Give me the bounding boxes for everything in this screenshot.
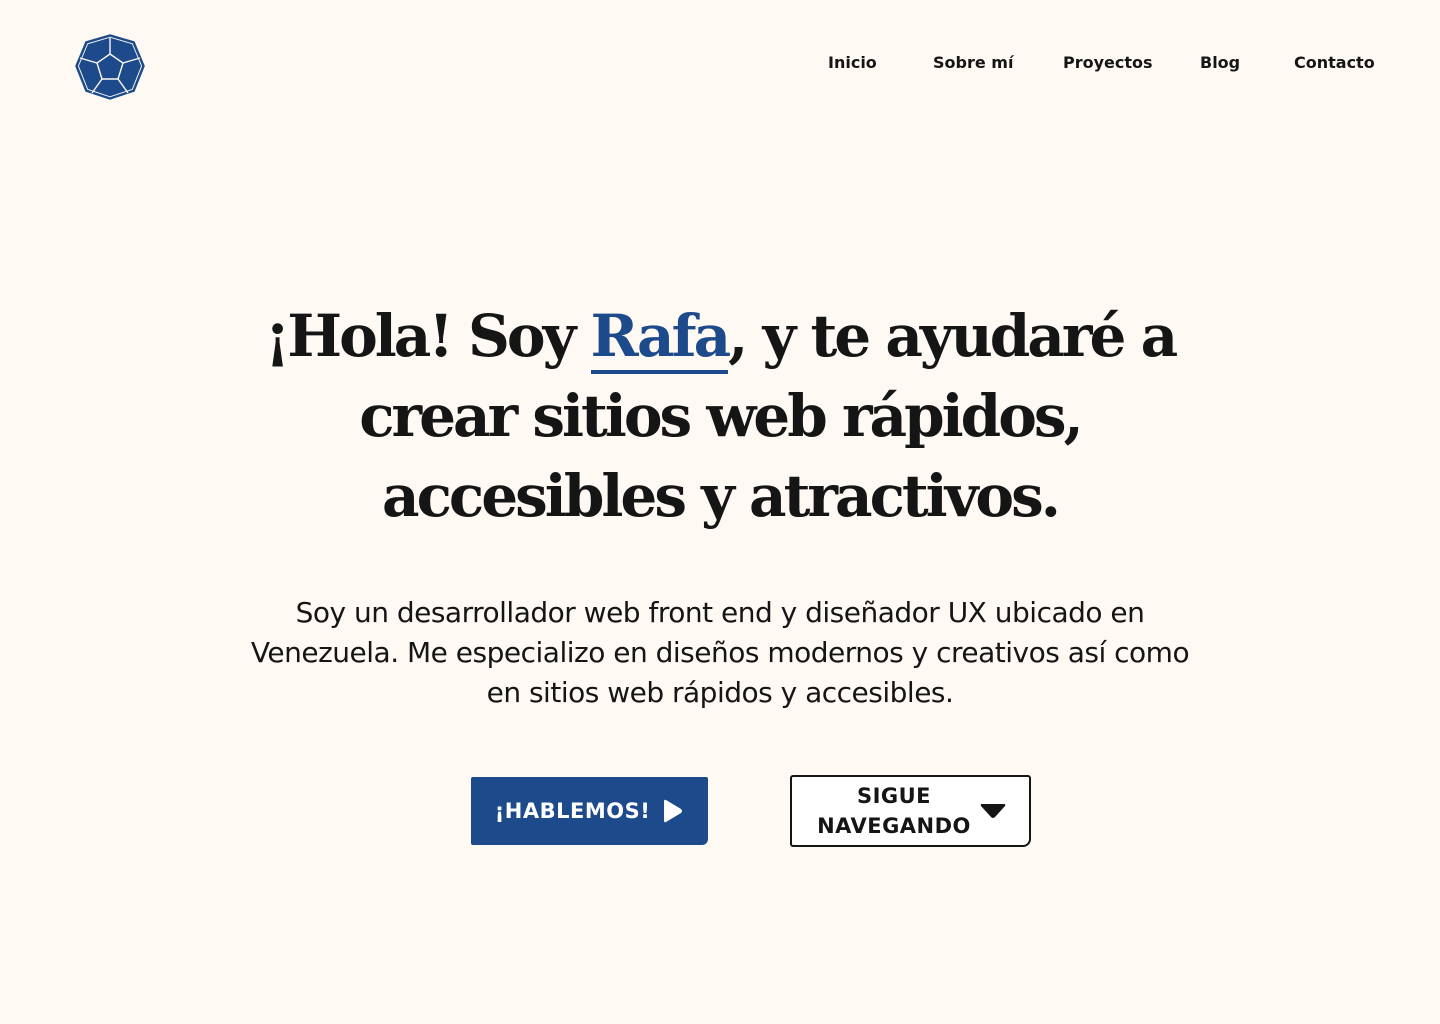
hero-description: Soy un desarrollador web front end y dis… — [250, 596, 1190, 709]
main-nav: Inicio Sobre mí Proyectos Blog Contacto — [0, 52, 1440, 76]
nav-item-proyectos[interactable]: Proyectos — [1063, 52, 1153, 74]
hero-title: ¡Hola! Soy Rafa, y te ayudaré a crear si… — [220, 296, 1220, 536]
nav-item-contacto[interactable]: Contacto — [1294, 52, 1375, 74]
hablemos-button[interactable]: ¡HABLEMOS! — [471, 777, 708, 845]
hero-name-link[interactable]: Rafa — [590, 302, 731, 374]
caret-down-icon — [979, 801, 1007, 821]
sigue-navegando-button[interactable]: SIGUE NAVEGANDO — [790, 775, 1031, 847]
nav-item-blog[interactable]: Blog — [1200, 52, 1240, 74]
nav-item-inicio[interactable]: Inicio — [828, 52, 877, 74]
nav-item-sobre-mi[interactable]: Sobre mí — [933, 52, 1013, 74]
sigue-navegando-button-label: SIGUE NAVEGANDO — [817, 784, 971, 838]
play-icon — [662, 798, 684, 824]
hero-title-intro: ¡Hola! Soy — [264, 302, 591, 370]
hablemos-button-label: ¡HABLEMOS! — [494, 799, 651, 823]
